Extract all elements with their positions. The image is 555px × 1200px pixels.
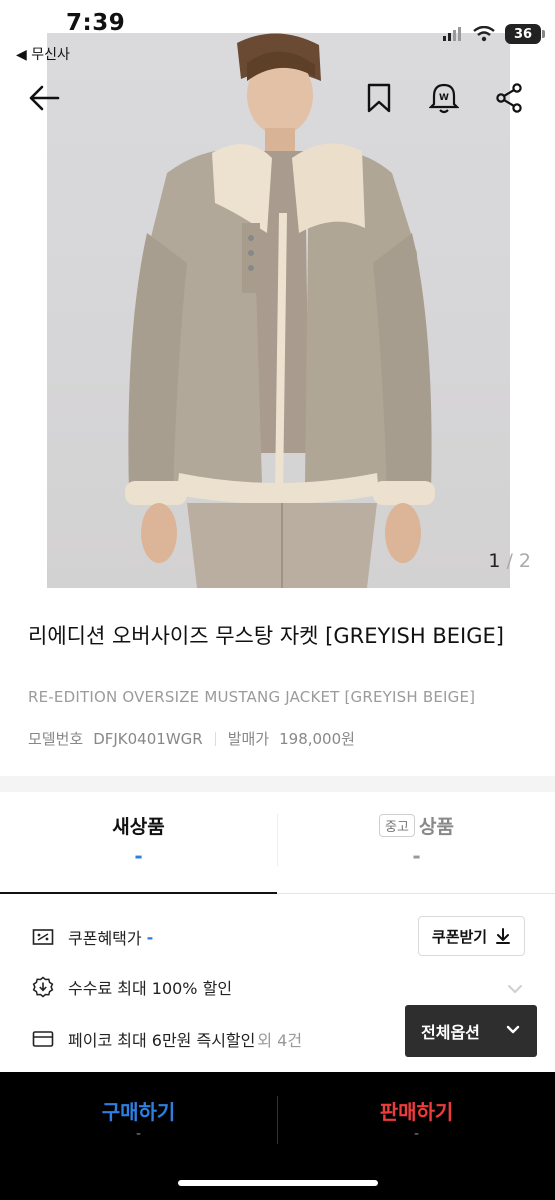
product-gallery[interactable]: 7:39 ◀ 무신사 36 W 1 / 2 [0,0,555,588]
payco-more-count: 외 4건 [257,1031,303,1050]
home-indicator[interactable] [178,1180,378,1186]
product-title: 리에디션 오버사이즈 무스탕 자켓 [GREYISH BEIGE] [28,624,504,648]
product-info: 리에디션 오버사이즈 무스탕 자켓 [GREYISH BEIGE] RE-EDI… [0,588,555,776]
status-time: 7:39 [66,10,126,36]
tab-used-price: - [412,844,421,868]
pager-current: 1 [488,550,501,572]
pager-total: 2 [518,550,531,572]
product-meta: 모델번호 DFJK0401WGR 발매가 198,000원 [28,728,355,749]
sell-label: 판매하기 [379,1100,454,1124]
meta-divider [214,731,216,746]
tab-new-label: 새상품 [112,816,165,838]
fee-discount-icon [30,976,56,998]
fee-discount-row[interactable]: 수수료 최대 100% 할인 [30,975,232,999]
pager-separator: / [500,550,519,572]
sell-price: - [413,1126,420,1142]
release-price-value: 198,000원 [279,730,355,748]
condition-tabs: 새상품 - 중고 상품 - [0,792,555,894]
section-divider [0,776,555,792]
all-options-button[interactable]: 전체옵션 [405,1005,537,1057]
tab-used[interactable]: 중고 상품 - [278,792,555,894]
tab-used-label-wrap: 중고 상품 [278,812,555,839]
chevron-down-icon [506,1025,520,1034]
model-value: DFJK0401WGR [93,729,203,748]
fee-discount-label: 수수료 최대 100% 할인 [68,979,233,998]
arrow-left-icon [29,85,60,111]
buy-button[interactable]: 구매하기 - [0,1072,277,1164]
coupon-benefit-label: 쿠폰혜택가 [68,929,142,948]
buy-label: 구매하기 [101,1100,176,1124]
product-photo[interactable] [47,33,510,588]
tab-used-label: 상품 [418,816,454,838]
share-icon [496,83,522,113]
buy-price: - [135,1126,142,1142]
card-icon [30,1028,56,1050]
return-to-app-link[interactable]: ◀ 무신사 [16,44,70,64]
get-coupon-button[interactable]: 쿠폰받기 [418,916,525,956]
model-label: 모델번호 [28,730,84,748]
tab-new[interactable]: 새상품 - [0,792,277,894]
release-price-label: 발매가 [227,730,270,748]
battery-icon: 36 [505,24,545,44]
sell-button[interactable]: 판매하기 - [278,1072,555,1164]
jacket-illustration [125,33,435,588]
download-icon [496,928,511,944]
status-icons: 36 [443,24,545,44]
chevron-down-icon [508,985,522,993]
share-button[interactable] [491,80,527,116]
fee-expand-chevron[interactable] [507,979,523,998]
tab-new-price: - [134,844,143,868]
gallery-pager: 1 / 2 [488,550,531,572]
coupon-benefit-value: - [146,927,154,947]
coupon-benefit-row: 쿠폰혜택가 - [30,925,153,949]
svg-text:W: W [439,93,449,103]
payco-discount-label: 페이코 최대 6만원 즉시할인 [68,1031,256,1050]
wifi-icon [473,26,495,42]
price-alert-button[interactable]: W [426,80,462,116]
back-button[interactable] [26,80,62,116]
benefits-section: 쿠폰혜택가 - 쿠폰받기 수수료 최대 100% 할인 페이코 최대 6만원 즉… [0,895,555,1072]
price-alert-bell-icon: W [429,83,459,114]
used-tag: 중고 [379,814,415,837]
all-options-label: 전체옵션 [421,1023,480,1042]
cellular-signal-icon [443,27,461,41]
get-coupon-label: 쿠폰받기 [431,927,488,946]
payco-discount-row[interactable]: 페이코 최대 6만원 즉시할인 외 4건 [30,1027,302,1051]
bookmark-button[interactable] [361,80,397,116]
product-subtitle: RE-EDITION OVERSIZE MUSTANG JACKET [GREY… [28,688,476,706]
coupon-icon [30,926,56,948]
bookmark-icon [367,83,391,113]
